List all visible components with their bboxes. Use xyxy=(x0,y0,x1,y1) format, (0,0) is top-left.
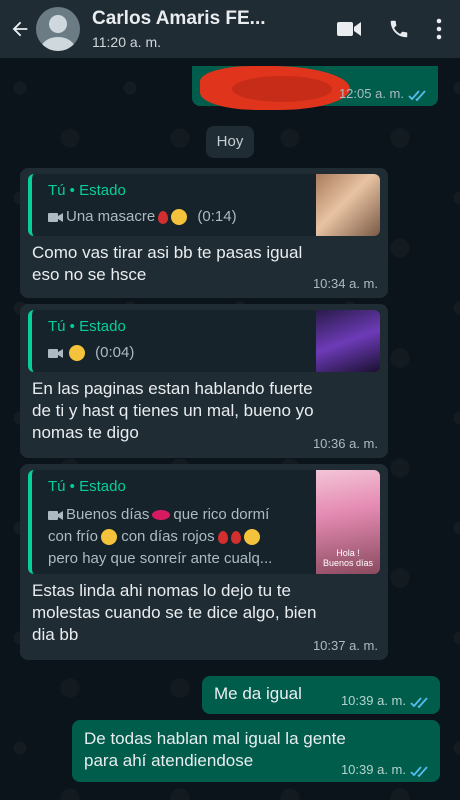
video-duration: (0:04) xyxy=(95,344,135,361)
outgoing-message-partial[interactable]: 12:05 a. m. xyxy=(192,66,438,110)
outgoing-message[interactable]: De todas hablan mal igual la gente para … xyxy=(72,720,440,782)
message-time: 10:36 a. m. xyxy=(312,436,378,451)
message-time: 10:39 a. m. xyxy=(340,693,406,708)
quote-title: Tú • Estado xyxy=(48,182,126,199)
outgoing-message[interactable]: Me da igual 10:39 a. m. xyxy=(202,676,440,714)
status-thumbnail xyxy=(316,174,380,236)
quote-text: con frío xyxy=(48,528,99,545)
message-text-line: dia bb xyxy=(32,625,79,644)
message-text-line: Estas linda ahi nomas lo dejo tu te xyxy=(32,581,291,600)
message-text-line: eso no se hsce xyxy=(32,265,147,284)
blood-drop-emoji xyxy=(230,530,241,544)
chat-header: Carlos Amaris FE... 11:20 a. m. xyxy=(0,0,460,58)
phone-icon[interactable] xyxy=(388,18,410,40)
quote-title: Tú • Estado xyxy=(48,478,126,495)
video-camera-icon xyxy=(48,510,63,520)
chat-area[interactable]: 12:05 a. m. Hoy Tú • Estado Una masacre … xyxy=(0,58,460,800)
quote-text: con días rojos xyxy=(121,528,215,545)
contact-info[interactable]: Carlos Amaris FE... 11:20 a. m. xyxy=(92,8,336,50)
incoming-message[interactable]: Tú • Estado Una masacre (0:14) Como vas … xyxy=(20,168,388,298)
message-text-line: de ti y hast q tienes un mal, bueno yo xyxy=(32,401,314,420)
contact-name: Carlos Amaris FE... xyxy=(92,8,266,29)
message-text-line: En las paginas estan hablando fuerte xyxy=(32,379,313,398)
read-ticks-icon xyxy=(410,766,428,777)
incoming-message[interactable]: Tú • Estado (0:04) En las paginas estan … xyxy=(20,304,388,458)
video-duration: (0:14) xyxy=(197,208,237,225)
message-text-line: De todas hablan mal igual la gente xyxy=(84,729,346,748)
lips-emoji xyxy=(152,510,171,521)
video-call-icon[interactable] xyxy=(336,19,362,39)
status-reply-quote[interactable]: Tú • Estado Buenos días que rico dormí co… xyxy=(28,470,380,574)
back-button[interactable] xyxy=(2,0,38,58)
message-time: 10:34 a. m. xyxy=(312,276,378,291)
message-text-line: para ahí atendiendose xyxy=(84,751,254,770)
cold-face-emoji xyxy=(101,529,118,546)
status-reply-quote[interactable]: Tú • Estado (0:04) xyxy=(28,310,380,372)
status-reply-quote[interactable]: Tú • Estado Una masacre (0:14) xyxy=(28,174,380,236)
status-thumbnail: Hola ! Buenos días xyxy=(316,470,380,574)
message-text-line: molestas cuando se te dice algo, bien xyxy=(32,603,317,622)
smiling-face-emoji xyxy=(171,209,188,226)
blood-drop-emoji xyxy=(158,210,169,224)
video-camera-icon xyxy=(48,212,63,222)
read-ticks-icon xyxy=(410,697,428,708)
blood-drop-emoji xyxy=(217,530,228,544)
quote-text: Una masacre xyxy=(66,208,156,225)
hearts-face-emoji xyxy=(69,345,85,362)
message-text-line: Como vas tirar asi bb te pasas igual xyxy=(32,243,303,262)
thumb-caption: Hola ! Buenos días xyxy=(322,548,374,568)
message-time: 12:05 a. m. xyxy=(338,86,404,101)
laughing-face-emoji xyxy=(243,529,260,546)
quote-text: que rico dormí xyxy=(173,506,270,523)
redaction-mark xyxy=(232,76,332,102)
more-options-icon[interactable] xyxy=(436,18,442,40)
quote-text: Buenos días xyxy=(66,506,150,523)
video-camera-icon xyxy=(48,348,63,358)
avatar[interactable] xyxy=(36,7,80,51)
incoming-message[interactable]: Tú • Estado Buenos días que rico dormí co… xyxy=(20,464,388,660)
read-ticks-icon xyxy=(408,90,426,101)
day-divider: Hoy xyxy=(206,126,254,158)
message-text-line: Me da igual xyxy=(214,684,302,703)
status-thumbnail xyxy=(316,310,380,372)
quote-text: pero hay que sonreír ante cualq... xyxy=(48,550,273,567)
quote-title: Tú • Estado xyxy=(48,318,126,335)
message-text-line: nomas te digo xyxy=(32,423,139,442)
last-seen: 11:20 a. m. xyxy=(92,34,162,50)
message-time: 10:37 a. m. xyxy=(312,638,378,653)
back-arrow-icon xyxy=(12,21,28,37)
message-time: 10:39 a. m. xyxy=(340,762,406,777)
